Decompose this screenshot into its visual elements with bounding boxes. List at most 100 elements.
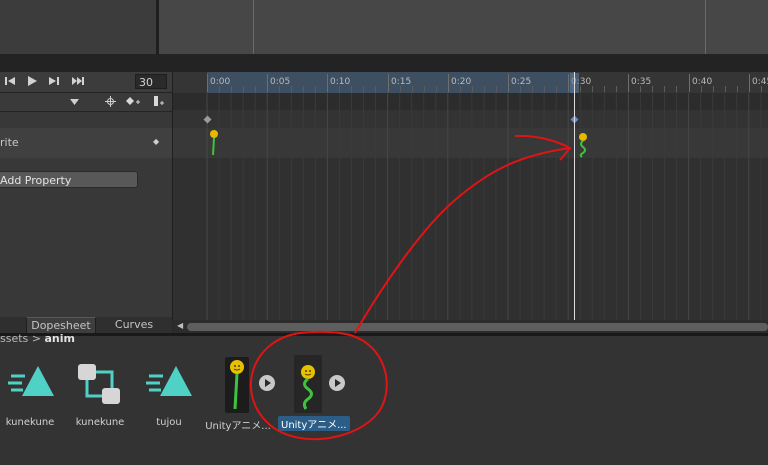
asset-label[interactable]: Unityアニメ... bbox=[203, 417, 273, 432]
ruler-minor-tick bbox=[315, 86, 316, 92]
ruler-minor-tick bbox=[351, 86, 352, 92]
scene-guide-line bbox=[705, 0, 706, 54]
scrollbar-thumb[interactable] bbox=[187, 323, 768, 331]
ruler-minor-tick bbox=[652, 86, 653, 92]
ruler-tick-label: 0:40 bbox=[692, 77, 713, 87]
ruler-minor-tick bbox=[580, 86, 581, 92]
ruler-minor-tick bbox=[339, 86, 340, 92]
add-property-button[interactable]: Add Property bbox=[0, 171, 138, 188]
last-frame-icon bbox=[72, 77, 84, 85]
ruler-minor-tick bbox=[701, 86, 702, 92]
first-frame-button[interactable] bbox=[2, 75, 18, 89]
dopesheet-grid bbox=[206, 93, 762, 320]
ruler-minor-tick bbox=[363, 86, 364, 92]
sprite-thumbnail-selected[interactable] bbox=[294, 355, 322, 413]
ruler-major-tick bbox=[628, 74, 629, 92]
ruler-minor-tick bbox=[664, 86, 665, 92]
ruler-minor-tick bbox=[556, 86, 557, 92]
ruler-minor-tick bbox=[436, 86, 437, 92]
horizontal-scrollbar[interactable]: ◀ bbox=[173, 320, 768, 333]
ruler-minor-tick bbox=[676, 86, 677, 92]
add-keyframe-icon[interactable] bbox=[126, 96, 140, 107]
ruler-minor-tick bbox=[592, 86, 593, 92]
ruler-minor-tick bbox=[424, 86, 425, 92]
next-frame-icon bbox=[49, 77, 59, 85]
sprite-keyframe-30[interactable] bbox=[576, 132, 590, 158]
preview-play-button[interactable] bbox=[259, 375, 275, 391]
ruler-minor-tick bbox=[616, 86, 617, 92]
breadcrumb-separator: > bbox=[31, 332, 41, 345]
ruler-major-tick bbox=[568, 74, 569, 92]
ruler-major-tick bbox=[689, 74, 690, 92]
ruler-tick-label: 0:20 bbox=[451, 77, 472, 87]
ruler-major-tick bbox=[749, 74, 750, 92]
ruler-tick-label: 0:45 bbox=[752, 77, 768, 87]
ruler-minor-tick bbox=[472, 86, 473, 92]
animator-controller-icon[interactable] bbox=[76, 362, 124, 406]
window-separator bbox=[0, 54, 768, 72]
clip-dropdown-icon[interactable] bbox=[70, 98, 79, 106]
breadcrumb-parent[interactable]: ssets bbox=[0, 332, 28, 345]
asset-label[interactable]: tujou bbox=[134, 417, 204, 428]
playback-toolbar: 30 bbox=[0, 72, 172, 93]
ruler-minor-tick bbox=[532, 86, 533, 92]
breadcrumb: ssets > anim bbox=[0, 332, 200, 346]
breadcrumb-current[interactable]: anim bbox=[45, 332, 76, 345]
scene-view[interactable] bbox=[159, 0, 768, 54]
clip-selector-row bbox=[0, 93, 172, 112]
next-frame-button[interactable] bbox=[46, 75, 62, 89]
tab-curves[interactable]: Curves bbox=[99, 317, 169, 333]
ruler-minor-tick bbox=[725, 86, 726, 92]
animation-clip-icon[interactable] bbox=[8, 364, 56, 400]
ruler-minor-tick bbox=[231, 86, 232, 92]
ruler-minor-tick bbox=[460, 86, 461, 92]
asset-label[interactable]: kunekune bbox=[65, 417, 135, 428]
ruler-major-tick bbox=[327, 74, 328, 92]
tab-dopesheet[interactable]: Dopesheet bbox=[26, 317, 96, 333]
asset-label-selected[interactable]: Unityアニメ... bbox=[278, 416, 350, 431]
ruler-tick-label: 0:00 bbox=[210, 77, 231, 87]
ruler-tick-label: 0:35 bbox=[631, 77, 652, 87]
summary-keyframe-start[interactable] bbox=[203, 115, 212, 124]
sprite-keyframe-0[interactable] bbox=[208, 129, 220, 157]
ruler-minor-tick bbox=[640, 86, 641, 92]
animation-clip-icon[interactable] bbox=[146, 364, 194, 400]
ruler-minor-tick bbox=[291, 86, 292, 92]
frame-number-input[interactable]: 30 bbox=[135, 74, 167, 89]
scene-guide-line bbox=[253, 0, 254, 54]
first-frame-icon bbox=[5, 77, 15, 85]
last-frame-button[interactable] bbox=[70, 75, 86, 89]
add-event-icon[interactable] bbox=[153, 95, 165, 108]
ruler-tick-label: 0:25 bbox=[511, 77, 532, 87]
ruler-minor-tick bbox=[520, 86, 521, 92]
ruler-minor-tick bbox=[484, 86, 485, 92]
ruler-tick-label: 0:05 bbox=[270, 77, 291, 87]
scroll-left-icon[interactable]: ◀ bbox=[177, 321, 183, 330]
ruler-minor-tick bbox=[761, 86, 762, 92]
sprite-flower-icon bbox=[230, 360, 244, 410]
playhead-line[interactable] bbox=[574, 72, 575, 320]
ruler-major-tick bbox=[388, 74, 389, 92]
ruler-minor-tick bbox=[713, 86, 714, 92]
ruler-minor-tick bbox=[375, 86, 376, 92]
ruler-tick-label: 0:10 bbox=[330, 77, 351, 87]
ruler-major-tick bbox=[267, 74, 268, 92]
keyframe-diamond-icon[interactable]: ◆ bbox=[153, 137, 159, 146]
ruler-major-tick bbox=[207, 74, 208, 92]
ruler-minor-tick bbox=[219, 86, 220, 92]
ruler-tick-label: 0:15 bbox=[391, 77, 412, 87]
ruler-major-tick bbox=[448, 74, 449, 92]
view-mode-tabs: Dopesheet Curves bbox=[0, 317, 172, 333]
play-button[interactable] bbox=[24, 75, 40, 89]
sprite-thumbnail[interactable] bbox=[225, 357, 249, 413]
sprite-flower-icon bbox=[301, 365, 315, 410]
ruler-major-tick bbox=[508, 74, 509, 92]
ruler-minor-tick bbox=[279, 86, 280, 92]
preview-play-button[interactable] bbox=[329, 375, 345, 391]
property-row-sprite[interactable]: rite ◆ bbox=[0, 128, 172, 158]
ruler-minor-tick bbox=[544, 86, 545, 92]
asset-label[interactable]: kunekune bbox=[0, 417, 65, 428]
add-keyframe-mode-icon[interactable] bbox=[105, 96, 116, 107]
ruler-minor-tick bbox=[400, 86, 401, 92]
scene-panel-left bbox=[0, 0, 156, 54]
